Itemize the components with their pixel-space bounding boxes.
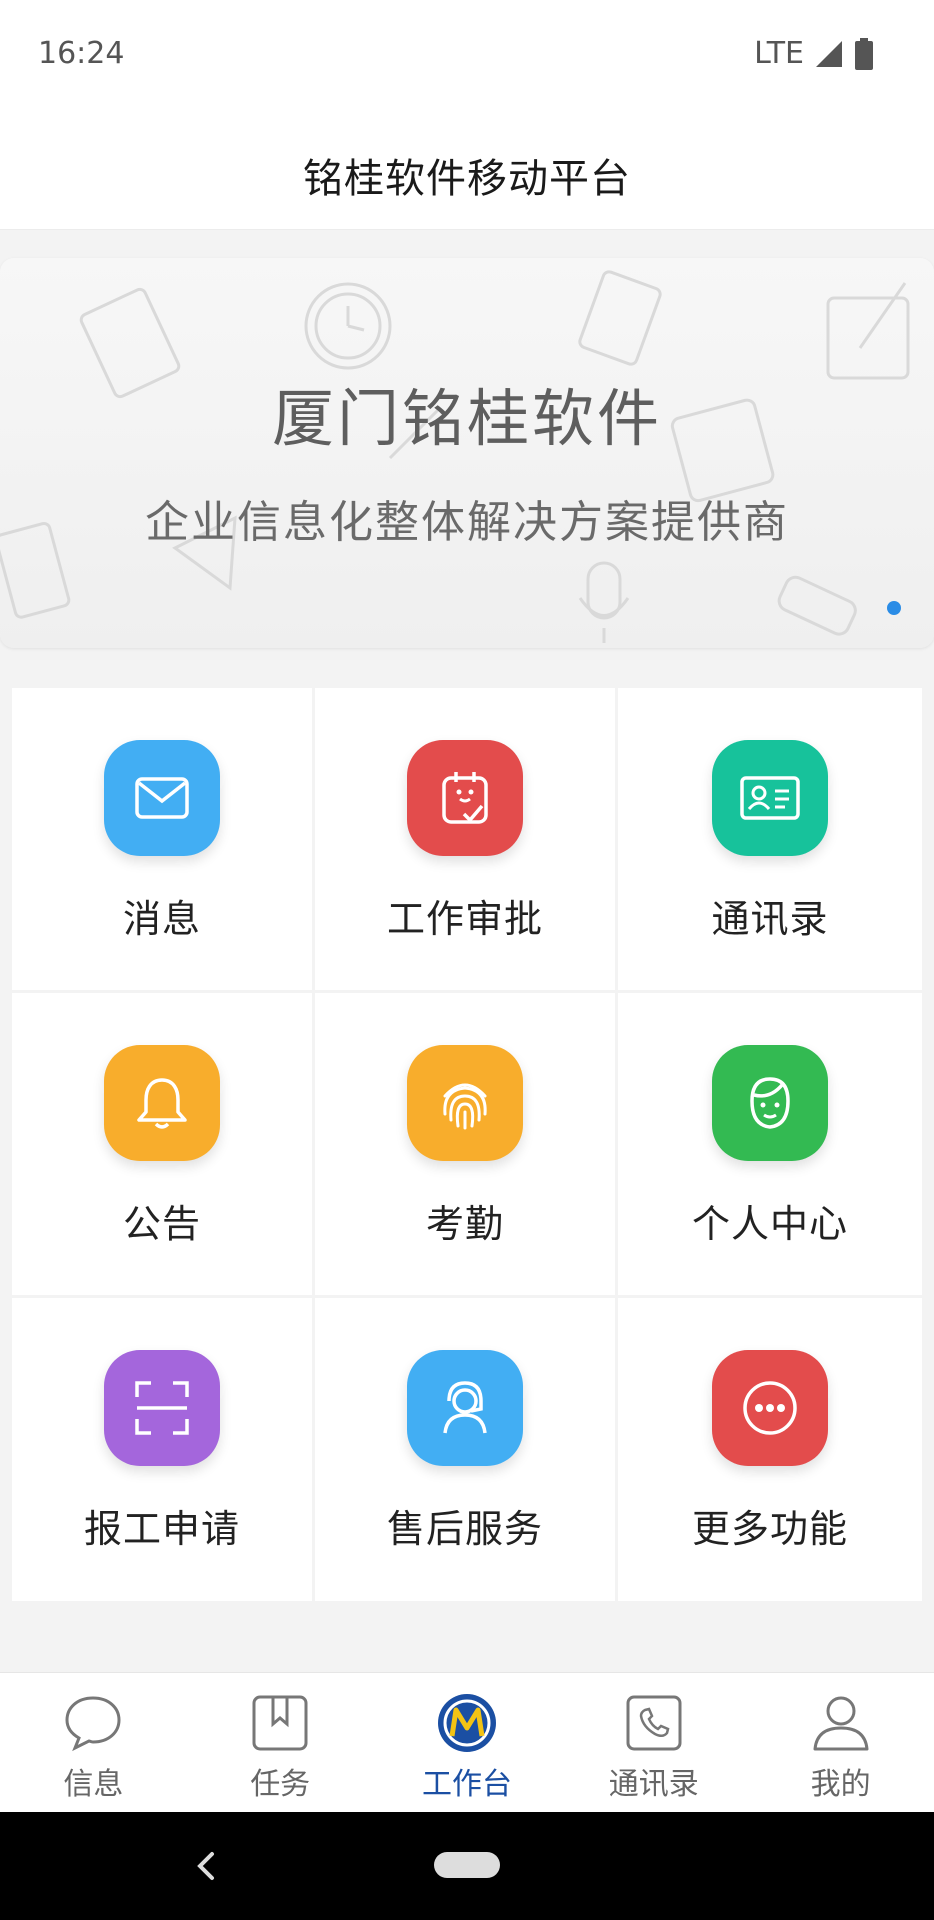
status-time: 16:24	[38, 36, 125, 71]
grid-item-work-report[interactable]: 报工申请	[12, 1298, 315, 1604]
bottom-tab-bar: 信息 任务 工作台 通讯录 我的	[0, 1672, 934, 1812]
network-type: LTE	[754, 36, 804, 71]
grid-item-label: 公告	[122, 1202, 201, 1246]
bell-icon	[104, 1045, 220, 1161]
status-indicators: LTE	[754, 36, 874, 71]
status-bar: 16:24 LTE	[0, 0, 934, 110]
user-face-icon	[712, 1045, 828, 1161]
contact-card-icon	[712, 740, 828, 856]
grid-item-approval[interactable]: 工作审批	[315, 688, 618, 993]
chat-bubble-icon	[61, 1691, 125, 1755]
tab-tasks[interactable]: 任务	[187, 1673, 374, 1812]
tab-mine[interactable]: 我的	[747, 1673, 934, 1812]
grid-item-label: 消息	[122, 897, 201, 941]
tab-workbench[interactable]: 工作台	[374, 1673, 561, 1812]
system-nav-bar	[0, 1812, 934, 1920]
scan-icon	[104, 1350, 220, 1466]
approval-icon	[407, 740, 523, 856]
battery-icon	[855, 37, 873, 70]
tab-label: 信息	[63, 1767, 124, 1802]
tab-label: 我的	[810, 1767, 871, 1802]
grid-item-label: 更多功能	[691, 1507, 848, 1551]
tab-contacts[interactable]: 通讯录	[560, 1673, 747, 1812]
grid-item-announcements[interactable]: 公告	[12, 993, 315, 1298]
person-icon	[809, 1691, 873, 1755]
grid-item-contacts[interactable]: 通讯录	[618, 688, 922, 993]
grid-item-label: 个人中心	[691, 1202, 848, 1246]
signal-icon	[816, 40, 842, 67]
support-agent-icon	[407, 1350, 523, 1466]
grid-item-label: 售后服务	[386, 1507, 543, 1551]
tab-label: 通讯录	[608, 1767, 699, 1802]
function-grid: 消息 工作审批 通讯录 公告 考勤 个人中心 报工申请 售后服务 更多功能	[12, 688, 922, 1604]
phone-icon	[622, 1691, 686, 1755]
more-icon	[712, 1350, 828, 1466]
banner-subtitle: 企业信息化整体解决方案提供商	[145, 497, 789, 548]
grid-item-profile[interactable]: 个人中心	[618, 993, 922, 1298]
bookmark-icon	[248, 1691, 312, 1755]
grid-item-messages[interactable]: 消息	[12, 688, 315, 993]
envelope-icon	[104, 740, 220, 856]
grid-item-after-sales[interactable]: 售后服务	[315, 1298, 618, 1604]
app-header: 铭桂软件移动平台	[0, 110, 934, 230]
back-icon[interactable]	[190, 1846, 220, 1886]
page-title: 铭桂软件移动平台	[303, 156, 631, 202]
grid-item-more[interactable]: 更多功能	[618, 1298, 922, 1604]
carousel-indicator	[887, 601, 901, 615]
grid-item-label: 通讯录	[711, 897, 829, 941]
tab-info[interactable]: 信息	[0, 1673, 187, 1812]
grid-item-label: 工作审批	[386, 897, 543, 941]
grid-item-label: 报工申请	[83, 1507, 240, 1551]
grid-item-attendance[interactable]: 考勤	[315, 993, 618, 1298]
grid-item-label: 考勤	[425, 1202, 504, 1246]
tab-label: 工作台	[421, 1767, 512, 1802]
fingerprint-icon	[407, 1045, 523, 1161]
logo-m-icon	[435, 1691, 499, 1755]
tab-label: 任务	[250, 1767, 311, 1802]
home-pill-button[interactable]	[434, 1852, 500, 1878]
banner-carousel[interactable]: 厦门铭桂软件 企业信息化整体解决方案提供商	[0, 258, 934, 648]
banner-title: 厦门铭桂软件	[271, 382, 662, 455]
